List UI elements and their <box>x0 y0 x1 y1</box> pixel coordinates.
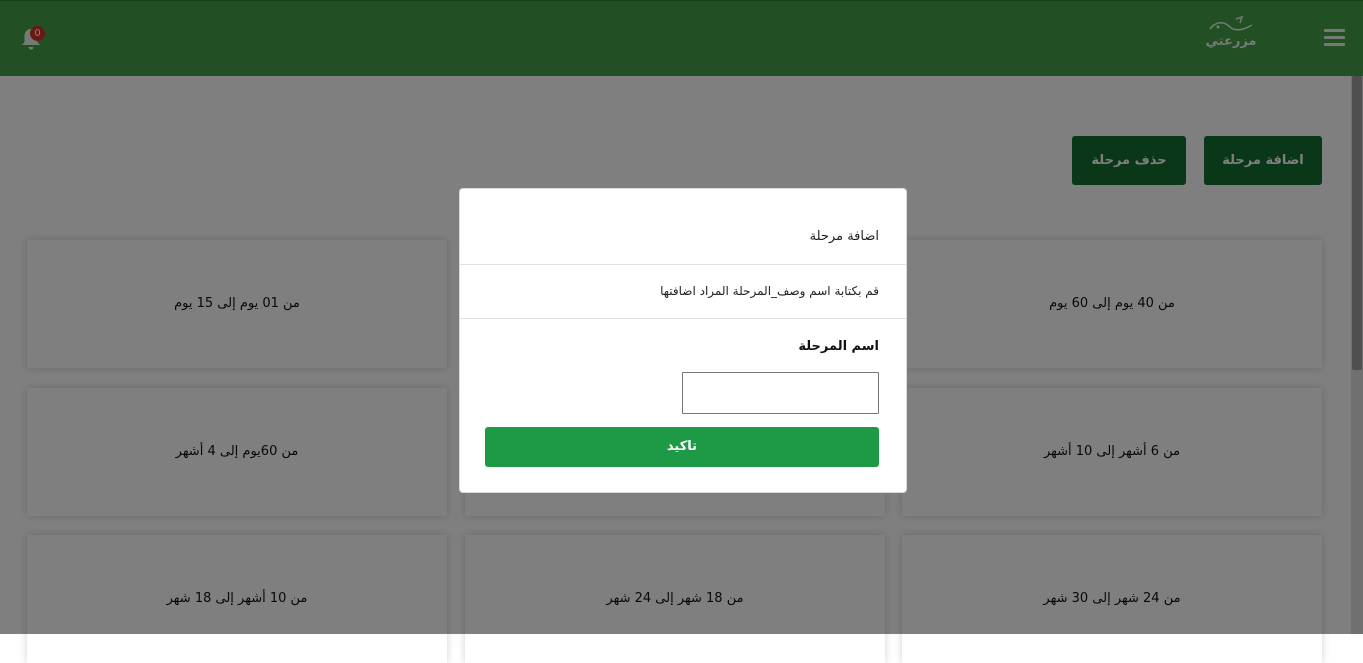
add-stage-modal: اضافة مرحلة قم بكتابة اسم وصف_المرحلة ال… <box>459 188 907 493</box>
stage-name-input[interactable] <box>682 372 879 414</box>
modal-description: قم بكتابة اسم وصف_المرحلة المراد اضافتها <box>660 284 879 298</box>
modal-title: اضافة مرحلة <box>809 229 879 244</box>
stage-name-label: اسم المرحلة <box>798 339 879 354</box>
confirm-button[interactable]: تاكيد <box>485 427 879 467</box>
modal-header-divider <box>460 264 906 265</box>
modal-body-divider <box>460 318 906 319</box>
